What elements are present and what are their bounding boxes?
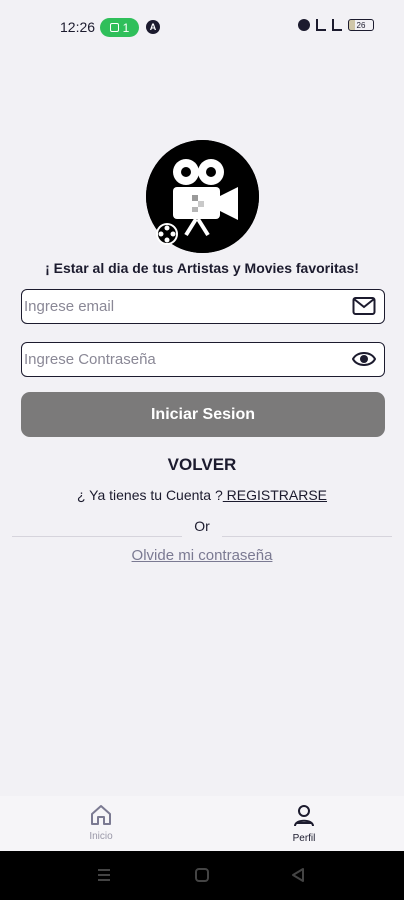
email-field[interactable] <box>21 289 385 324</box>
tagline: ¡ Estar al dia de tus Artistas y Movies … <box>45 260 359 276</box>
status-bar: 12:26 1 A 26 <box>0 0 404 56</box>
user-icon <box>294 805 314 827</box>
screen-icon <box>109 23 119 32</box>
register-line: ¿ Ya tienes tu Cuenta ? REGISTRARSE <box>0 487 404 503</box>
home-icon <box>91 805 111 825</box>
password-field[interactable] <box>21 342 385 377</box>
vibrate-icon <box>316 19 326 31</box>
back-triangle-icon[interactable] <box>290 867 306 883</box>
signal-icon <box>332 19 342 31</box>
app-logo <box>146 140 259 253</box>
mail-icon <box>352 297 376 315</box>
eye-icon[interactable] <box>352 349 376 369</box>
register-prompt: ¿ Ya tienes tu Cuenta ? <box>76 487 223 503</box>
battery-icon: 26 <box>348 19 374 31</box>
nav-label-inicio: Inicio <box>89 831 113 842</box>
divider-line <box>12 536 182 537</box>
nav-label-perfil: Perfil <box>292 833 316 844</box>
status-time: 12:26 <box>60 19 96 35</box>
home-button-icon[interactable] <box>194 867 210 883</box>
login-button[interactable]: Iniciar Sesion <box>21 392 385 437</box>
register-link[interactable]: REGISTRARSE <box>223 487 327 503</box>
email-input[interactable] <box>22 290 342 322</box>
system-navigation-bar <box>0 851 404 900</box>
nav-item-inicio[interactable]: Inicio <box>61 804 141 842</box>
bottom-navigation: Inicio Perfil <box>0 796 404 851</box>
forgot-password-link[interactable]: Olvide mi contraseña <box>0 547 404 564</box>
password-input[interactable] <box>22 343 342 375</box>
divider-line <box>222 536 392 537</box>
menu-icon[interactable] <box>96 867 112 883</box>
call-indicator-pill: 1 <box>100 18 139 37</box>
or-divider: Or <box>12 516 392 537</box>
alarm-icon <box>298 19 310 31</box>
or-label: Or <box>194 518 210 534</box>
app-notification-icon: A <box>146 20 160 34</box>
pill-count: 1 <box>122 20 130 35</box>
movie-camera-icon <box>146 140 259 253</box>
nav-item-perfil[interactable]: Perfil <box>264 804 344 844</box>
status-icons: 26 <box>298 19 374 31</box>
back-button[interactable]: VOLVER <box>0 455 404 475</box>
